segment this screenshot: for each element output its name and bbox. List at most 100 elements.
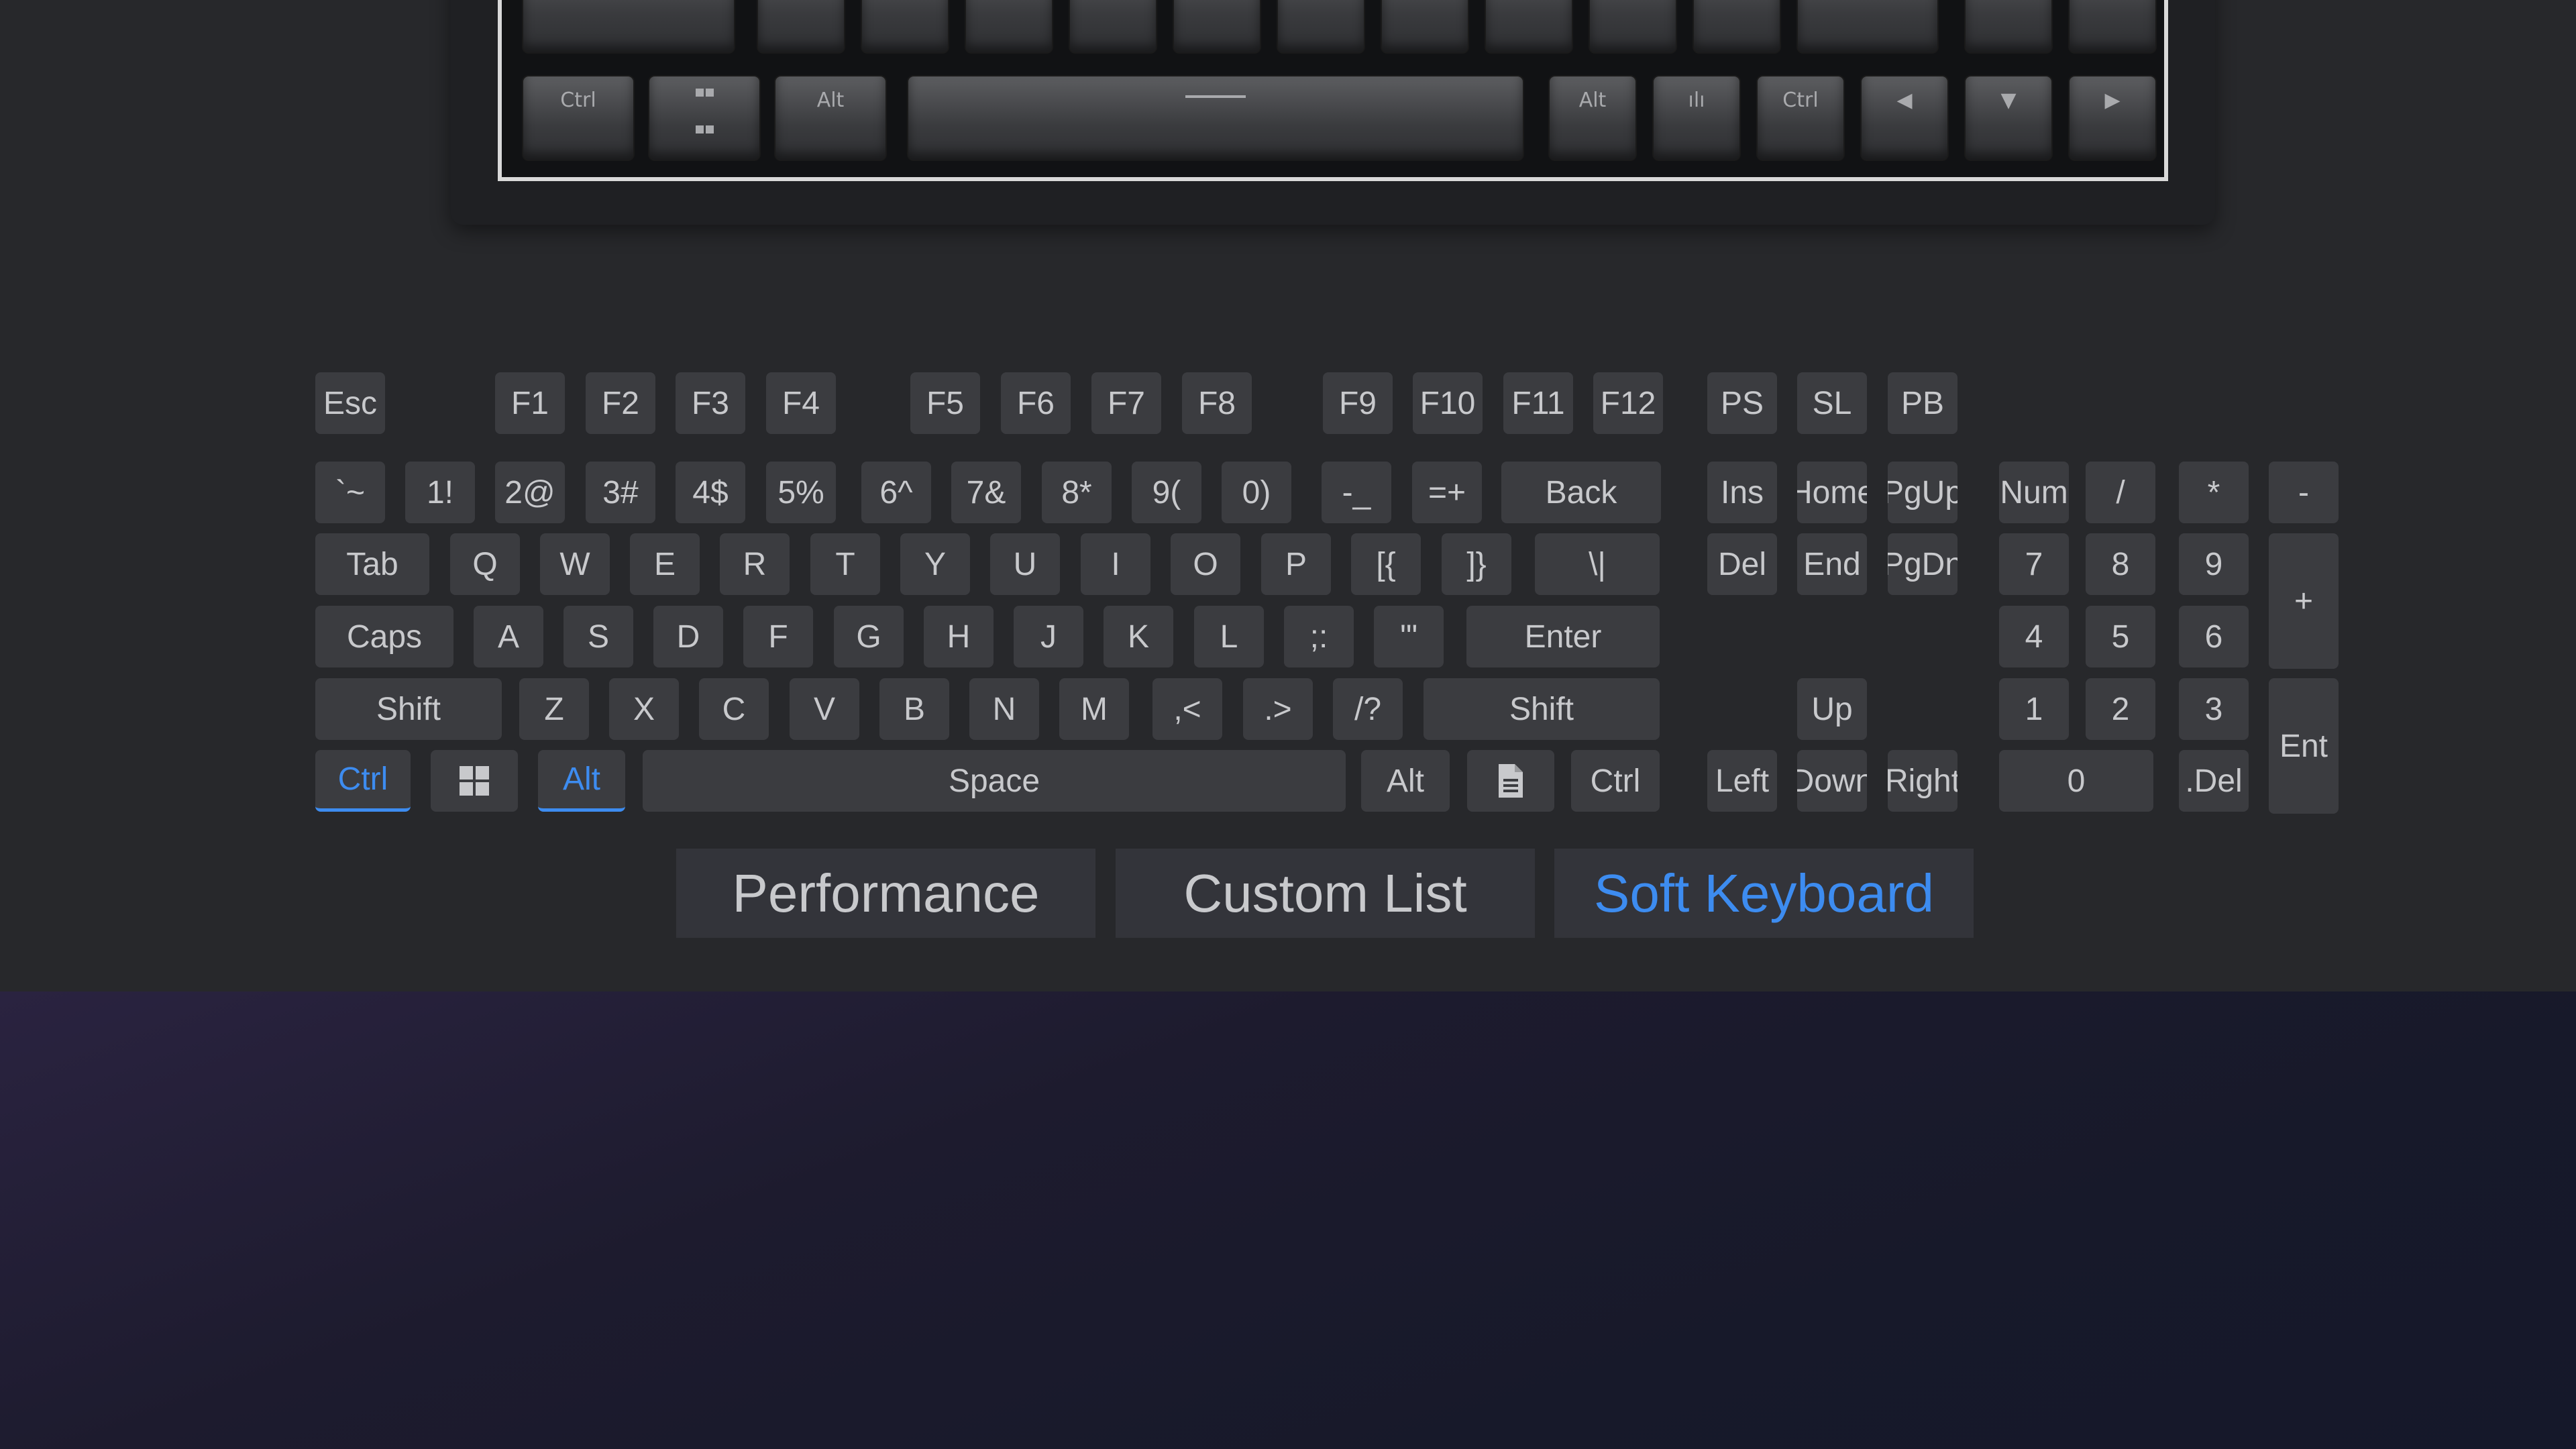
key-b[interactable]: B [879,678,949,740]
key-f5[interactable]: F5 [910,372,980,434]
key-numpad-decimal[interactable]: .Del [2179,750,2249,812]
key-h[interactable]: H [924,606,994,667]
key-tab[interactable]: Tab [315,533,429,595]
key-s[interactable]: S [564,606,633,667]
key-5[interactable]: 5% [766,462,836,523]
key-f10[interactable]: F10 [1413,372,1483,434]
key-y[interactable]: Y [900,533,970,595]
key-menu[interactable] [1467,750,1554,812]
key-numpad-5[interactable]: 5 [2086,606,2155,667]
key-w[interactable]: W [540,533,610,595]
key-numpad-multiply[interactable]: * [2179,462,2249,523]
key-num-lock[interactable]: Num [1999,462,2069,523]
key-right-ctrl[interactable]: Ctrl [1571,750,1660,812]
key-backtick[interactable]: `~ [315,462,385,523]
key-q[interactable]: Q [450,533,520,595]
key-delete[interactable]: Del [1707,533,1777,595]
key-o[interactable]: O [1171,533,1240,595]
key-insert[interactable]: Ins [1707,462,1777,523]
key-print-screen[interactable]: PS [1707,372,1777,434]
key-r[interactable]: R [720,533,790,595]
tab-soft-keyboard[interactable]: Soft Keyboard [1554,849,1974,938]
key-numpad-1[interactable]: 1 [1999,678,2069,740]
key-6[interactable]: 6^ [861,462,931,523]
tab-custom-list[interactable]: Custom List [1116,849,1535,938]
key-i[interactable]: I [1081,533,1150,595]
key-m[interactable]: M [1059,678,1129,740]
tab-performance[interactable]: Performance [676,849,1095,938]
key-f12[interactable]: F12 [1593,372,1663,434]
key-enter[interactable]: Enter [1466,606,1660,667]
key-4[interactable]: 4$ [676,462,745,523]
key-arrow-down[interactable]: Down [1797,750,1867,812]
key-numpad-plus[interactable]: + [2269,533,2339,669]
key-9[interactable]: 9( [1132,462,1201,523]
key-left-shift[interactable]: Shift [315,678,502,740]
key-backspace[interactable]: Back [1501,462,1661,523]
key-end[interactable]: End [1797,533,1867,595]
key-7[interactable]: 7& [951,462,1021,523]
key-c[interactable]: C [699,678,769,740]
key-numpad-0[interactable]: 0 [1999,750,2153,812]
key-a[interactable]: A [474,606,543,667]
key-g[interactable]: G [834,606,904,667]
key-u[interactable]: U [990,533,1060,595]
key-quote[interactable]: '" [1374,606,1444,667]
key-numpad-minus[interactable]: - [2269,462,2339,523]
key-period[interactable]: .> [1243,678,1313,740]
key-left-bracket[interactable]: [{ [1351,533,1421,595]
key-left-alt[interactable]: Alt [538,750,625,812]
key-3[interactable]: 3# [586,462,655,523]
key-right-bracket[interactable]: ]} [1442,533,1511,595]
key-p[interactable]: P [1261,533,1331,595]
key-0[interactable]: 0) [1222,462,1291,523]
key-f6[interactable]: F6 [1001,372,1071,434]
key-f7[interactable]: F7 [1091,372,1161,434]
key-numpad-6[interactable]: 6 [2179,606,2249,667]
key-windows[interactable] [431,750,518,812]
key-backslash[interactable]: \| [1535,533,1660,595]
key-x[interactable]: X [609,678,679,740]
key-page-up[interactable]: PgUp [1888,462,1957,523]
key-2[interactable]: 2@ [495,462,565,523]
key-semicolon[interactable]: ;: [1284,606,1354,667]
key-page-down[interactable]: PgDn [1888,533,1957,595]
key-t[interactable]: T [810,533,880,595]
key-f1[interactable]: F1 [495,372,565,434]
key-numpad-enter[interactable]: Ent [2269,678,2339,814]
key-esc[interactable]: Esc [315,372,385,434]
key-numpad-8[interactable]: 8 [2086,533,2155,595]
key-f2[interactable]: F2 [586,372,655,434]
key-e[interactable]: E [630,533,700,595]
key-pause-break[interactable]: PB [1888,372,1957,434]
key-numpad-4[interactable]: 4 [1999,606,2069,667]
key-v[interactable]: V [790,678,859,740]
key-k[interactable]: K [1104,606,1173,667]
key-home[interactable]: Home [1797,462,1867,523]
key-equals[interactable]: =+ [1412,462,1482,523]
key-right-shift[interactable]: Shift [1424,678,1660,740]
key-scroll-lock[interactable]: SL [1797,372,1867,434]
key-caps-lock[interactable]: Caps [315,606,453,667]
key-slash[interactable]: /? [1333,678,1403,740]
key-comma[interactable]: ,< [1152,678,1222,740]
key-d[interactable]: D [653,606,723,667]
key-minus[interactable]: -_ [1322,462,1391,523]
key-space[interactable]: Space [643,750,1346,812]
key-f8[interactable]: F8 [1182,372,1252,434]
key-8[interactable]: 8* [1042,462,1112,523]
key-numpad-7[interactable]: 7 [1999,533,2069,595]
key-j[interactable]: J [1014,606,1083,667]
key-numpad-9[interactable]: 9 [2179,533,2249,595]
key-arrow-up[interactable]: Up [1797,678,1867,740]
key-1[interactable]: 1! [405,462,475,523]
key-f3[interactable]: F3 [676,372,745,434]
key-l[interactable]: L [1194,606,1264,667]
key-numpad-divide[interactable]: / [2086,462,2155,523]
key-arrow-right[interactable]: Right [1888,750,1957,812]
key-left-ctrl[interactable]: Ctrl [315,750,411,812]
key-numpad-2[interactable]: 2 [2086,678,2155,740]
key-f4[interactable]: F4 [766,372,836,434]
key-arrow-left[interactable]: Left [1707,750,1777,812]
key-f11[interactable]: F11 [1503,372,1573,434]
